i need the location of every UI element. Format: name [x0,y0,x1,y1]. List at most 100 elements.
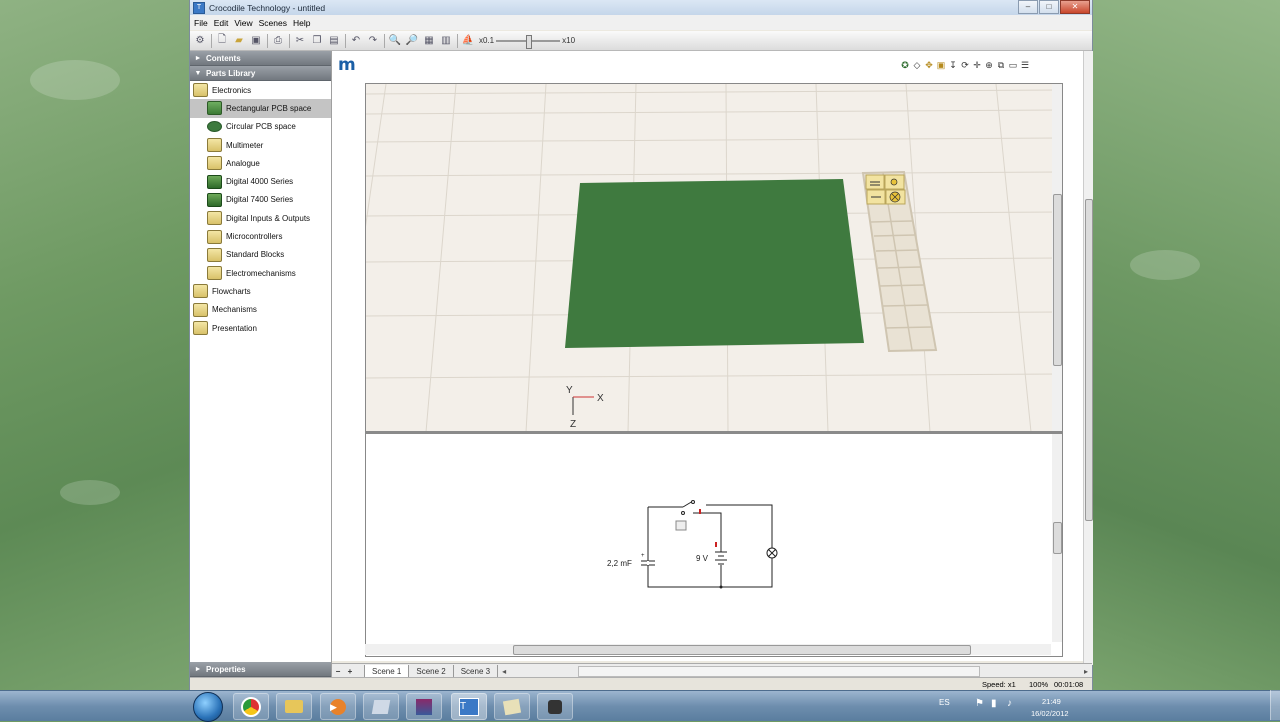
tree-item-label: Electronics [212,85,252,95]
scrollbar-thumb[interactable] [1085,199,1093,521]
zoom-icon[interactable]: ⊕ [984,60,994,71]
notes-icon[interactable] [494,693,530,720]
video-recorder-icon[interactable] [537,693,573,720]
collapse-arrow-icon: ▼ [194,69,202,77]
save-icon[interactable]: ▣ [249,34,263,48]
scrollbar-thumb[interactable] [1053,522,1062,554]
scroll-right-icon[interactable]: ▸ [1084,667,1088,676]
add-scene-button[interactable]: + [344,667,356,676]
3d-view-scrollbar[interactable] [1052,84,1062,432]
paste-icon[interactable]: ▤ [327,34,341,48]
clock-date[interactable]: 16/02/2012 [1031,709,1069,718]
media-player-icon[interactable]: ▶ [320,693,356,720]
tab-scene-3[interactable]: Scene 3 [454,664,499,678]
schematic-scrollbar[interactable] [1052,434,1062,642]
tree-item-microcontrollers[interactable]: Microcontrollers [190,227,331,245]
tree-item-mechanisms[interactable]: Mechanisms [190,301,331,319]
component-tray[interactable] [861,170,938,353]
reset-view-icon[interactable]: ✪ [900,60,910,71]
winrar-icon[interactable] [406,693,442,720]
tree-item-multimeter[interactable]: Multimeter [190,136,331,154]
properties-header[interactable]: ► Properties [190,662,331,677]
zoom-slider-thumb[interactable] [526,34,533,49]
new-file-icon[interactable]: 🗋 [215,34,229,48]
arrow-down-icon[interactable]: ↧ [948,60,958,71]
menu-edit[interactable]: Edit [214,18,229,28]
contents-header[interactable]: ► Contents [190,51,331,66]
zoom-slider[interactable] [496,33,561,49]
switch-button[interactable] [675,520,687,531]
start-button[interactable] [193,692,223,722]
tree-item-digital-7400[interactable]: Digital 7400 Series [190,191,331,209]
tree-item-electronics[interactable]: Electronics [190,81,331,99]
file-explorer-icon[interactable] [276,693,312,720]
tree-item-electromechanisms[interactable]: Electromechanisms [190,264,331,282]
parts-library-header[interactable]: ▼ Parts Library [190,66,331,81]
menu-help[interactable]: Help [293,18,310,28]
select-icon[interactable]: ◇ [912,60,922,71]
tree-item-label: Flowcharts [212,286,251,296]
chip-icon [207,192,222,207]
rotate-icon[interactable]: ⟳ [960,60,970,71]
undo-icon[interactable]: ↶ [349,34,363,48]
grid-icon[interactable]: ▥ [439,34,453,48]
tree-item-digital-io[interactable]: Digital Inputs & Outputs [190,209,331,227]
scene-tabs-bar: − + Scene 1 Scene 2 Scene 3 ◂ ▸ [332,663,1092,678]
show-desktop-button[interactable] [1270,690,1280,720]
crocodile-technology-taskbar-icon[interactable]: T [451,693,487,720]
fit-view-icon[interactable]: ▦ [422,34,436,48]
3d-view[interactable]: Y X Z [365,83,1063,433]
tree-item-flowcharts[interactable]: Flowcharts [190,282,331,300]
menu-scenes[interactable]: Scenes [259,18,287,28]
copy-view-icon[interactable]: ⧉ [996,60,1006,71]
volume-icon[interactable]: ♪ [1007,698,1012,709]
scrollbar-thumb[interactable] [1053,194,1062,366]
flag-icon[interactable]: ⚑ [975,698,984,709]
tree-item-rectangular-pcb[interactable]: Rectangular PCB space [190,99,331,118]
app-icon-generic[interactable] [363,693,399,720]
component-icon[interactable]: ▣ [936,60,946,71]
tab-scene-1[interactable]: Scene 1 [364,664,410,678]
maximize-button[interactable]: □ [1039,0,1059,14]
open-folder-icon[interactable]: ▰ [232,34,246,48]
move-icon[interactable]: ✥ [924,60,934,71]
settings-icon[interactable]: ⚙ [193,34,207,48]
cut-icon[interactable]: ✂ [293,34,307,48]
tree-item-circular-pcb[interactable]: Circular PCB space [190,118,331,136]
menu-view[interactable]: View [234,18,252,28]
main-vertical-scrollbar[interactable] [1083,51,1093,665]
clock-time[interactable]: 21:49 [1042,697,1061,706]
tree-item-digital-4000[interactable]: Digital 4000 Series [190,172,331,190]
schematic-horizontal-scrollbar[interactable] [365,644,1051,655]
network-icon[interactable]: ▮ [991,698,997,709]
tree-item-analogue[interactable]: Analogue [190,154,331,172]
zoom-in-icon[interactable]: 🔍 [388,34,402,48]
capacitor[interactable] [641,560,655,566]
scrollbar-thumb[interactable] [513,645,971,655]
pcb-board[interactable] [565,179,864,348]
chrome-icon[interactable] [233,693,269,720]
remove-scene-button[interactable]: − [332,667,344,676]
window-icon[interactable]: ▭ [1008,60,1018,71]
junction-node [719,585,723,589]
zoom-out-icon[interactable]: 🔎 [405,34,419,48]
copy-icon[interactable]: ❐ [310,34,324,48]
menu-file[interactable]: File [194,18,208,28]
pan-icon[interactable]: ✛ [972,60,982,71]
language-indicator[interactable]: ES [939,698,950,707]
scene-icon[interactable]: ⛵ [461,34,475,48]
minimize-button[interactable]: – [1018,0,1038,14]
tabs-scrollbar[interactable] [578,665,981,677]
schematic-view[interactable]: 2,2 mF + 9 V [365,434,1063,657]
menu-icon[interactable]: ☰ [1020,60,1030,71]
redo-icon[interactable]: ↷ [366,34,380,48]
tree-item-standard-blocks[interactable]: Standard Blocks [190,246,331,264]
tree-item-presentation[interactable]: Presentation [190,319,331,337]
print-icon[interactable]: ⎙ [271,34,285,48]
close-button[interactable]: ✕ [1060,0,1090,14]
scroll-left-icon[interactable]: ◂ [502,667,506,676]
lamp[interactable] [766,547,778,559]
tab-scene-2[interactable]: Scene 2 [409,664,454,678]
parts-tree: Electronics Rectangular PCB space Circul… [190,81,331,337]
contents-label: Contents [206,53,241,63]
